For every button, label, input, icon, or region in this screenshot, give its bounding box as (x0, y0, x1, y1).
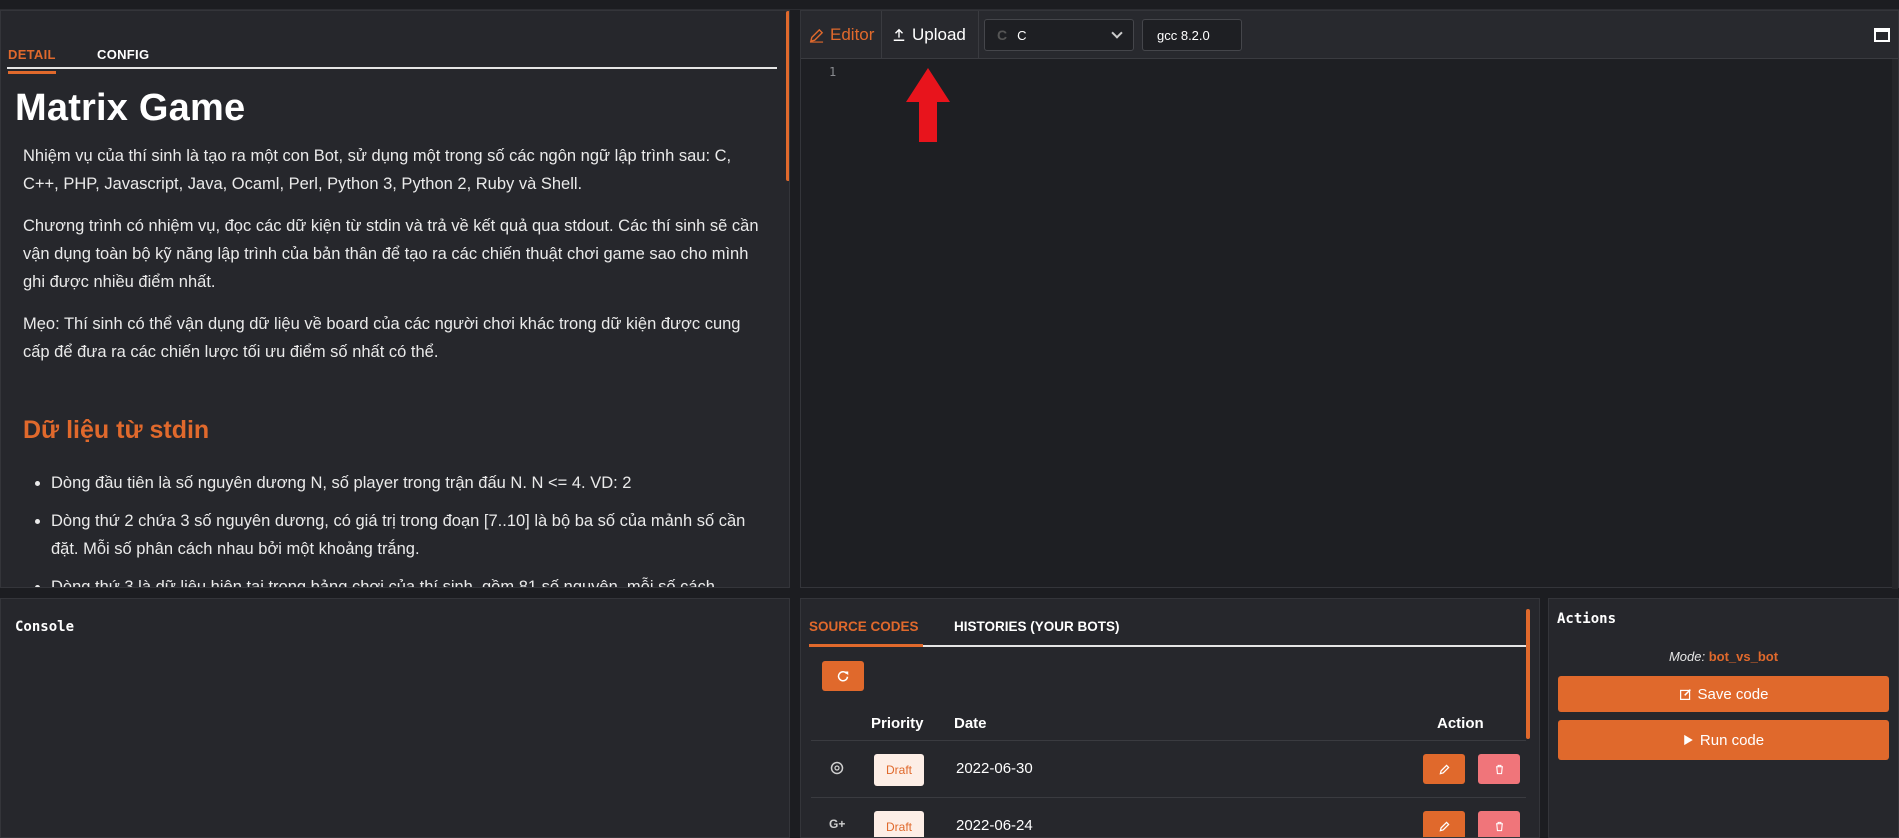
trash-icon (1495, 764, 1503, 774)
run-code-label: Run code (1699, 731, 1765, 749)
actions-title: Actions (1557, 611, 1617, 627)
play-icon (1684, 734, 1693, 746)
problem-title: Matrix Game (15, 87, 246, 129)
problem-content: Matrix Game Nhiệm vụ của thí sinh là tạo… (15, 75, 765, 587)
tab-detail[interactable]: DETAIL (8, 47, 56, 74)
code-editor[interactable]: Editor Upload C C gcc 8.2.0 1 (800, 10, 1899, 589)
table-row: G+ Draft 2022-06-24 (811, 799, 1526, 837)
tab-source-codes[interactable]: SOURCE CODES (809, 619, 923, 647)
col-action: Action (1437, 715, 1484, 732)
actions-panel: Actions Mode: bot_vs_bot Save code Run c… (1548, 598, 1899, 838)
codes-tabs: SOURCE CODES HISTORIES (YOUR BOTS) (809, 599, 1529, 647)
tab-histories[interactable]: HISTORIES (YOUR BOTS) (954, 619, 1120, 634)
console-title: Console (15, 619, 75, 635)
save-code-label: Save code (1697, 685, 1769, 703)
c-language-icon: C (997, 27, 1008, 43)
problem-paragraph: Nhiệm vụ của thí sinh là tạo ra một con … (23, 147, 732, 193)
table-header: Priority Date Action (811, 709, 1526, 741)
red-arrow-icon (906, 68, 950, 142)
editor-toolbar: Editor Upload C C gcc 8.2.0 (801, 11, 1898, 59)
list-item: Dòng đầu tiên là số nguyên dương N, số p… (51, 469, 765, 497)
list-item: Dòng thứ 2 chứa 3 số nguyên dương, có gi… (51, 507, 765, 563)
upload-button[interactable]: Upload (881, 11, 979, 59)
edit-button[interactable] (1423, 811, 1465, 837)
maximize-icon[interactable] (1874, 28, 1890, 42)
pencil-icon (809, 28, 824, 43)
section-heading: Dữ liệu từ stdin (23, 416, 210, 444)
refresh-icon (837, 671, 849, 682)
list-item: Dòng thứ 3 là dữ liệu hiện tại trong bản… (51, 573, 765, 587)
line-number: 1 (829, 65, 837, 79)
row-date: 2022-06-24 (956, 817, 1033, 834)
delete-button[interactable] (1478, 811, 1520, 837)
problem-panel: DETAIL CONFIG Matrix Game Nhiệm vụ của t… (0, 10, 790, 588)
openai-icon (829, 760, 845, 776)
delete-button[interactable] (1478, 754, 1520, 784)
refresh-button[interactable] (822, 661, 864, 691)
codes-scrollbar[interactable] (1526, 609, 1530, 739)
console-panel: Console (0, 598, 790, 838)
mode-value: bot_vs_bot (1708, 649, 1779, 664)
upload-label: Upload (912, 25, 966, 44)
run-code-button[interactable]: Run code (1558, 720, 1889, 760)
trash-icon (1495, 821, 1503, 831)
chevron-down-icon (1111, 27, 1123, 39)
problem-tabs: DETAIL CONFIG (7, 29, 777, 74)
status-badge: Draft (874, 811, 924, 837)
problem-paragraph: Chương trình có nhiệm vụ, đọc các dữ kiệ… (23, 217, 759, 291)
row-date: 2022-06-30 (956, 760, 1033, 777)
editor-scrollbar[interactable] (1892, 59, 1898, 589)
input-spec-list: Dòng đầu tiên là số nguyên dương N, số p… (51, 469, 765, 587)
language-value: C (1017, 27, 1027, 43)
upload-icon (893, 28, 905, 41)
editor-tab-label: Editor (830, 25, 875, 44)
col-priority: Priority (871, 715, 924, 732)
pencil-icon (1439, 820, 1450, 831)
problem-paragraph: Mẹo: Thí sinh có thể vận dụng dữ liệu về… (23, 315, 741, 361)
edit-square-icon (1679, 688, 1691, 700)
status-badge: Draft (874, 754, 924, 786)
problem-scrollbar[interactable] (786, 11, 789, 181)
top-bar (0, 0, 1899, 10)
table-row: Draft 2022-06-30 (811, 742, 1526, 798)
edit-button[interactable] (1423, 754, 1465, 784)
mode-indicator: Mode: bot_vs_bot (1549, 649, 1898, 664)
mode-label: Mode: (1668, 649, 1706, 664)
col-date: Date (954, 715, 987, 732)
language-select[interactable]: C C (984, 19, 1134, 51)
google-plus-icon: G+ (829, 817, 846, 831)
editor-tab-button[interactable]: Editor (809, 11, 881, 59)
save-code-button[interactable]: Save code (1558, 676, 1889, 712)
source-codes-panel: SOURCE CODES HISTORIES (YOUR BOTS) Prior… (800, 598, 1540, 838)
compiler-version[interactable]: gcc 8.2.0 (1142, 19, 1242, 51)
pencil-icon (1439, 763, 1450, 774)
tab-config[interactable]: CONFIG (97, 47, 149, 62)
